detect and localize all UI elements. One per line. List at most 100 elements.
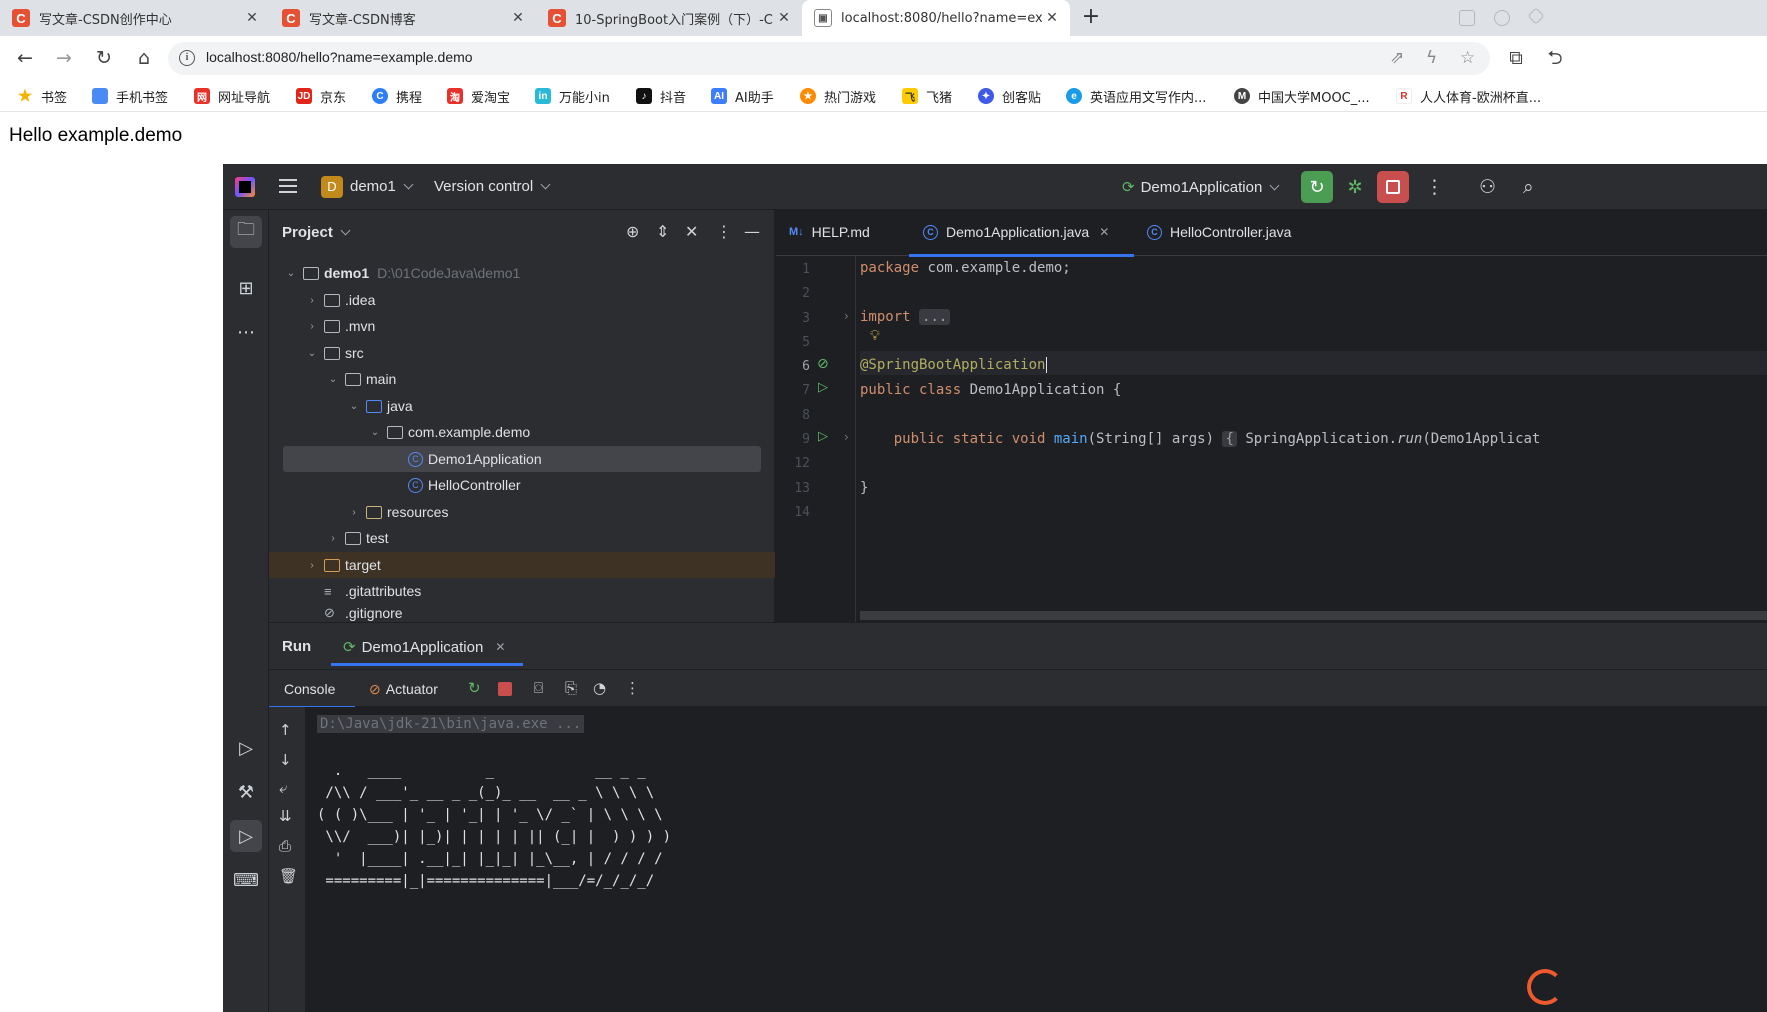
bookmark-item[interactable]: ♪ 抖音: [636, 86, 686, 106]
bookmark-item[interactable]: JD 京东: [296, 86, 346, 106]
minimize-icon[interactable]: —: [744, 222, 760, 241]
tab-search-icon[interactable]: [1459, 10, 1475, 26]
add-user-icon[interactable]: ⚇: [1479, 177, 1496, 197]
close-icon[interactable]: ✕: [1042, 10, 1062, 26]
close-icon[interactable]: ✕: [508, 10, 528, 26]
tree-row[interactable]: › target: [269, 552, 775, 578]
main-menu-icon[interactable]: [279, 179, 297, 193]
bookmark-item[interactable]: 网网址导航: [194, 86, 270, 106]
bookmark-item[interactable]: e 英语应用文写作内...: [1066, 86, 1206, 106]
tab-help-md[interactable]: M↓ HELP.md: [789, 224, 870, 240]
lightbulb-icon[interactable]: 💡︎: [870, 328, 880, 344]
more-tools-icon[interactable]: ⋯: [230, 316, 262, 348]
stop-button[interactable]: [1377, 171, 1409, 203]
tree-row[interactable]: C HelloController: [269, 472, 775, 498]
site-info-icon[interactable]: i: [179, 50, 195, 66]
arrow-down-icon[interactable]: ↓: [279, 751, 292, 769]
profiler-icon[interactable]: ◔: [593, 680, 606, 696]
tree-row-selected[interactable]: C Demo1Application: [283, 446, 761, 472]
expand-all-icon[interactable]: ⇕: [656, 222, 669, 241]
tree-row[interactable]: › .mvn: [269, 313, 775, 339]
browser-tab-active[interactable]: ▣ localhost:8080/hello?name=ex ✕: [802, 0, 1070, 36]
bookmark-item[interactable]: 手机书签: [92, 86, 168, 106]
tab-hellocontroller[interactable]: C HelloController.java: [1147, 224, 1291, 240]
lightning-icon[interactable]: ϟ: [1426, 48, 1437, 68]
run-tab[interactable]: ⟳ Demo1Application ✕: [343, 638, 505, 657]
bookmark-item[interactable]: 飞飞猪: [902, 86, 952, 106]
share-icon[interactable]: ⇗: [1390, 48, 1404, 68]
browser-tab[interactable]: C 写文章-CSDN博客 ✕: [270, 0, 536, 36]
bookmark-item[interactable]: in 万能小in: [535, 86, 610, 106]
locate-icon[interactable]: ⊕: [626, 222, 639, 241]
bookmark-item[interactable]: C 携程: [372, 86, 422, 106]
bookmark-item[interactable]: ★ 热门游戏: [800, 86, 876, 106]
soft-wrap-icon[interactable]: ⤶: [279, 779, 287, 797]
close-icon[interactable]: ✕: [774, 10, 794, 26]
tree-row[interactable]: ⌄ com.example.demo: [269, 419, 775, 445]
pin-icon[interactable]: [1527, 7, 1545, 25]
extensions-icon[interactable]: ⧉: [1502, 45, 1530, 71]
bookmark-item[interactable]: ✦ 创客贴: [978, 86, 1041, 106]
forward-icon[interactable]: →: [50, 45, 78, 71]
tab-console[interactable]: Console: [284, 681, 335, 697]
bookmark-item[interactable]: R 人人体育-欧洲杯直...: [1396, 86, 1541, 106]
console-output[interactable]: ↑ ↓ ⤶ ⇊ ⎙ 🗑︎ D:\Java\jdk-21\bin\java.exe…: [269, 707, 1767, 1012]
fold-icon[interactable]: ›: [844, 430, 849, 444]
browser-tab[interactable]: C 写文章-CSDN创作中心 ✕: [0, 0, 270, 36]
bookmark-item[interactable]: 淘爱淘宝: [447, 86, 510, 106]
editor-hscrollbar[interactable]: [860, 611, 1767, 620]
rerun-icon[interactable]: ↻: [468, 680, 481, 696]
collapse-all-icon[interactable]: ✕: [685, 222, 698, 241]
tree-row[interactable]: ≡ .gitattributes: [269, 578, 775, 604]
exit-icon[interactable]: ⎘: [565, 680, 577, 696]
close-icon[interactable]: ✕: [495, 640, 505, 654]
terminal-icon[interactable]: ⌨: [230, 864, 262, 896]
scroll-to-end-icon[interactable]: ⇊: [279, 807, 292, 825]
project-selector[interactable]: demo1: [350, 178, 414, 195]
tree-row[interactable]: ⌄ src: [269, 340, 775, 366]
close-icon[interactable]: ✕: [242, 10, 262, 26]
more-vertical-icon[interactable]: ⋮: [716, 222, 732, 241]
tree-row[interactable]: ⌄ java: [269, 393, 775, 419]
tree-row[interactable]: › .idea: [269, 287, 775, 313]
bookmark-item[interactable]: ★ 书签: [17, 86, 67, 106]
arrow-up-icon[interactable]: ↑: [279, 721, 292, 739]
tree-row[interactable]: ⊘ .gitignore: [269, 605, 775, 623]
url-text[interactable]: localhost:8080/hello?name=example.demo: [206, 49, 473, 65]
services-icon[interactable]: ▷: [230, 732, 262, 764]
tree-row[interactable]: ⌄ demo1 D:\01CodeJava\demo1: [269, 260, 775, 286]
address-bar[interactable]: i localhost:8080/hello?name=example.demo…: [168, 42, 1490, 75]
project-panel-title[interactable]: Project: [282, 224, 351, 241]
spring-bean-icon[interactable]: ⊘: [817, 356, 829, 372]
camera-icon[interactable]: ⌼: [534, 680, 543, 696]
print-icon[interactable]: ⎙: [279, 837, 291, 855]
bookmark-item[interactable]: M 中国大学MOOC_...: [1234, 86, 1370, 106]
fold-icon[interactable]: ›: [844, 309, 849, 323]
more-vertical-icon[interactable]: ⋮: [625, 680, 640, 696]
tab-demo1application[interactable]: C Demo1Application.java ✕: [923, 224, 1109, 240]
star-icon[interactable]: ☆: [1460, 48, 1475, 68]
tree-row[interactable]: › resources: [269, 499, 775, 525]
back-icon[interactable]: ←: [11, 45, 39, 71]
run-config-selector[interactable]: ⟳ Demo1Application: [1122, 178, 1280, 196]
vcs-selector[interactable]: Version control: [434, 178, 551, 195]
reload-icon[interactable]: ↻: [90, 45, 118, 71]
project-folder-icon[interactable]: 🗀: [230, 216, 262, 248]
search-icon[interactable]: ⌕: [1523, 177, 1534, 197]
tree-row[interactable]: › test: [269, 525, 775, 551]
home-icon[interactable]: ⌂: [130, 45, 158, 71]
trash-icon[interactable]: 🗑︎: [279, 867, 298, 885]
more-vertical-icon[interactable]: ⋮: [1425, 177, 1444, 197]
debug-icon[interactable]: ✲: [1339, 171, 1371, 203]
stop-icon[interactable]: [498, 682, 512, 696]
tab-actuator[interactable]: ⊘ Actuator: [369, 681, 438, 698]
run-icon[interactable]: ▷: [230, 820, 262, 852]
rerun-button[interactable]: ↻: [1301, 171, 1333, 203]
close-icon[interactable]: ✕: [1099, 225, 1109, 239]
tree-row[interactable]: ⌄ main: [269, 366, 775, 392]
incognito-icon[interactable]: [1494, 10, 1510, 26]
run-gutter-icon[interactable]: ▷: [818, 429, 828, 444]
browser-tab[interactable]: C 10-SpringBoot入门案例（下）-C ✕: [536, 0, 802, 36]
menu-back-icon[interactable]: ⮌: [1541, 45, 1569, 71]
bookmark-item[interactable]: AI AI助手: [711, 86, 774, 106]
